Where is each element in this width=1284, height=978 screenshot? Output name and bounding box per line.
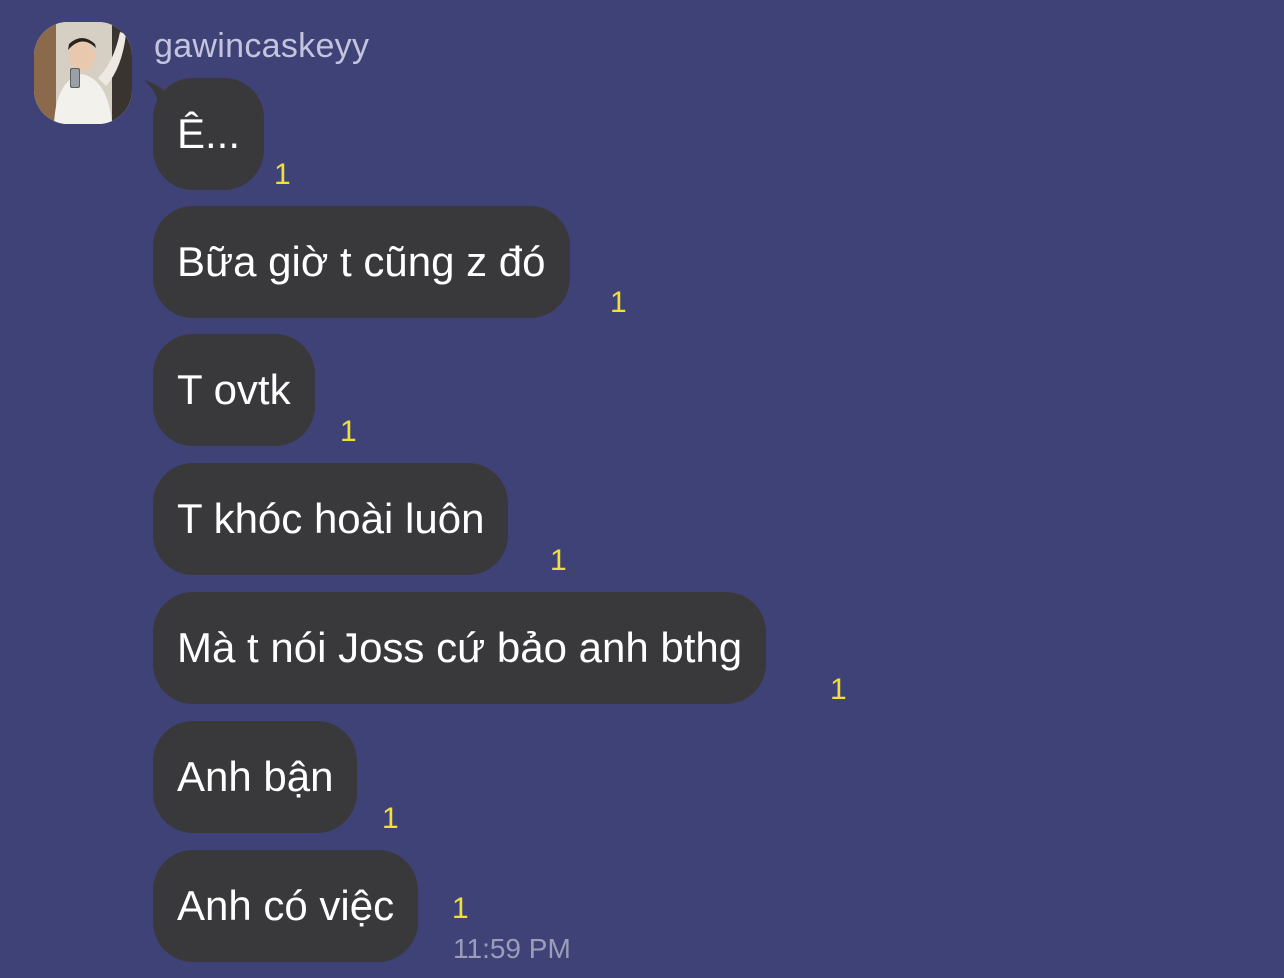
unread-count: 1: [274, 158, 291, 191]
unread-count: 1: [610, 286, 627, 319]
chat-thread: gawincaskeyy Ê... 1 Bữa giờ t cũng z đó …: [0, 0, 1284, 978]
message-bubble[interactable]: Anh có việc: [153, 850, 419, 962]
unread-count: 1: [830, 673, 847, 706]
sender-name[interactable]: gawincaskeyy: [154, 26, 369, 66]
message-bubble[interactable]: T khóc hoài luôn: [153, 463, 509, 575]
message-bubble[interactable]: Mà t nói Joss cứ bảo anh bthg: [153, 592, 767, 704]
sender-avatar[interactable]: [34, 22, 132, 124]
message-bubble[interactable]: Ê...: [153, 78, 265, 190]
unread-count: 1: [550, 544, 567, 577]
message-bubble[interactable]: Anh bận: [153, 721, 358, 833]
unread-count: 1: [452, 892, 469, 925]
sender-photo: [34, 22, 132, 124]
unread-count: 1: [340, 415, 357, 448]
message-bubble[interactable]: Bữa giờ t cũng z đó: [153, 206, 570, 318]
unread-count: 1: [382, 802, 399, 835]
message-timestamp: 11:59 PM: [453, 933, 571, 964]
message-bubble[interactable]: T ovtk: [153, 334, 315, 446]
